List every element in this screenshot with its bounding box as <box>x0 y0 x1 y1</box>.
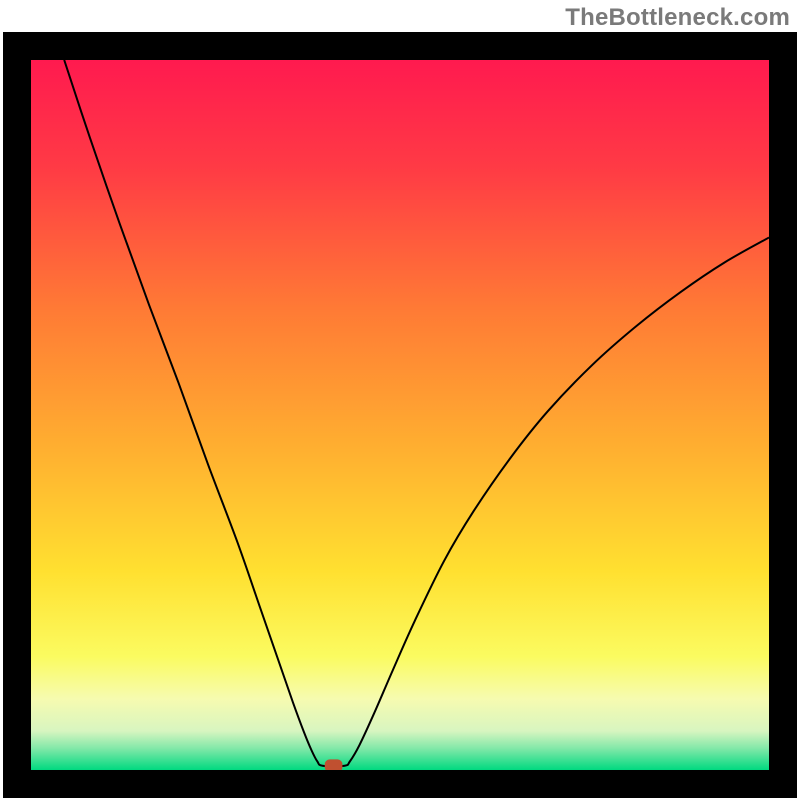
chart-container: TheBottleneck.com <box>0 0 800 800</box>
plot-background <box>31 60 769 770</box>
bottleneck-chart <box>0 0 800 800</box>
